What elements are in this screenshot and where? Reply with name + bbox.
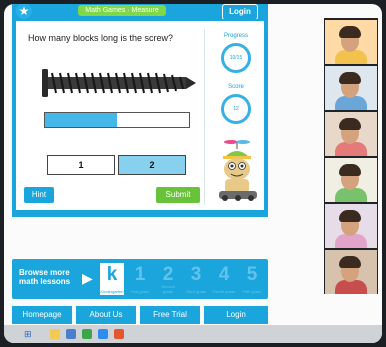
submit-button[interactable]: Submit bbox=[156, 187, 200, 203]
folder-icon[interactable] bbox=[50, 329, 60, 339]
level-5[interactable]: 5 Fifth grade bbox=[240, 263, 264, 295]
level-label: 2 bbox=[162, 264, 174, 285]
video-tile[interactable] bbox=[325, 250, 377, 294]
level-sub: Second grade bbox=[161, 284, 175, 294]
level-label: 5 bbox=[246, 264, 258, 285]
score-value: 12 bbox=[233, 106, 239, 112]
video-tile[interactable] bbox=[325, 20, 377, 64]
level-k[interactable]: k Kindergarten bbox=[100, 263, 124, 295]
answer-option-2[interactable]: 2 bbox=[118, 155, 186, 175]
browse-lessons-bar: Browse more math lessons ▶ k Kindergarte… bbox=[12, 259, 268, 299]
level-label: 3 bbox=[190, 264, 202, 285]
video-tile[interactable] bbox=[325, 158, 377, 202]
star-icon: ★ bbox=[16, 4, 32, 19]
block-ruler bbox=[44, 112, 190, 128]
progress-ring: 10/15 bbox=[221, 43, 251, 73]
level-sub: Kindergarten bbox=[100, 289, 124, 294]
screen: ★ Math Games · Measure Login How many bl… bbox=[4, 4, 382, 343]
question-area: How many blocks long is the screw? 1 2 H… bbox=[16, 21, 264, 210]
level-3[interactable]: 3 Third grade bbox=[184, 263, 208, 295]
browser-icon[interactable] bbox=[114, 329, 124, 339]
lesson-title: Math Games · Measure bbox=[78, 5, 166, 16]
taskbar: ⊞ bbox=[4, 325, 382, 343]
level-sub: Fourth grade bbox=[212, 289, 236, 294]
participant-hair bbox=[339, 164, 361, 176]
score-ring: 12 bbox=[221, 94, 251, 124]
level-sub: Third grade bbox=[185, 289, 207, 294]
participant-hair bbox=[339, 118, 361, 130]
app-icon[interactable] bbox=[66, 329, 76, 339]
participant-hair bbox=[339, 256, 361, 268]
progress-value: 10/15 bbox=[229, 55, 243, 61]
hint-button[interactable]: Hint bbox=[24, 187, 54, 203]
participant-hair bbox=[339, 72, 361, 84]
participant-shirt bbox=[335, 280, 367, 294]
level-sub: First grade bbox=[130, 289, 150, 294]
participant-hair bbox=[339, 26, 361, 38]
video-tile[interactable] bbox=[325, 204, 377, 248]
score-label: Score bbox=[228, 84, 244, 90]
app-icon[interactable] bbox=[82, 329, 92, 339]
participant-shirt bbox=[335, 188, 367, 202]
participant-shirt bbox=[335, 234, 367, 248]
arrow-right-icon: ▶ bbox=[82, 270, 93, 286]
video-call-icon[interactable] bbox=[98, 329, 108, 339]
question-text: How many blocks long is the screw? bbox=[28, 33, 174, 43]
nav-about-us[interactable]: About Us bbox=[76, 306, 136, 324]
top-bar: ★ Math Games · Measure Login bbox=[12, 4, 268, 20]
windows-start-icon[interactable]: ⊞ bbox=[24, 329, 34, 339]
screw-image bbox=[42, 69, 196, 97]
level-4[interactable]: 4 Fourth grade bbox=[212, 263, 236, 295]
level-sub: Fifth grade bbox=[242, 289, 262, 294]
browse-lessons-link[interactable]: Browse more math lessons bbox=[19, 268, 83, 286]
question-panel: How many blocks long is the screw? 1 2 H… bbox=[12, 19, 268, 217]
level-label: k bbox=[106, 264, 118, 285]
video-tile[interactable] bbox=[325, 66, 377, 110]
participant-shirt bbox=[335, 142, 367, 156]
participant-hair bbox=[339, 210, 361, 222]
participant-shirt bbox=[335, 50, 367, 64]
level-1[interactable]: 1 First grade bbox=[128, 263, 152, 295]
login-button-top[interactable]: Login bbox=[222, 4, 258, 20]
nav-homepage[interactable]: Homepage bbox=[12, 306, 72, 324]
level-label: 4 bbox=[218, 264, 230, 285]
ruler-fill bbox=[45, 113, 117, 127]
participant-shirt bbox=[335, 96, 367, 110]
nav-free-trial[interactable]: Free Trial bbox=[140, 306, 200, 324]
mascot-image bbox=[219, 140, 257, 201]
progress-label: Progress bbox=[223, 33, 248, 39]
nav-login[interactable]: Login bbox=[204, 306, 268, 324]
level-label: 1 bbox=[134, 264, 146, 285]
level-2[interactable]: 2 Second grade bbox=[156, 263, 180, 295]
video-participants-panel bbox=[324, 18, 378, 294]
panel-divider bbox=[204, 29, 205, 205]
video-tile[interactable] bbox=[325, 112, 377, 156]
answer-option-1[interactable]: 1 bbox=[47, 155, 115, 175]
